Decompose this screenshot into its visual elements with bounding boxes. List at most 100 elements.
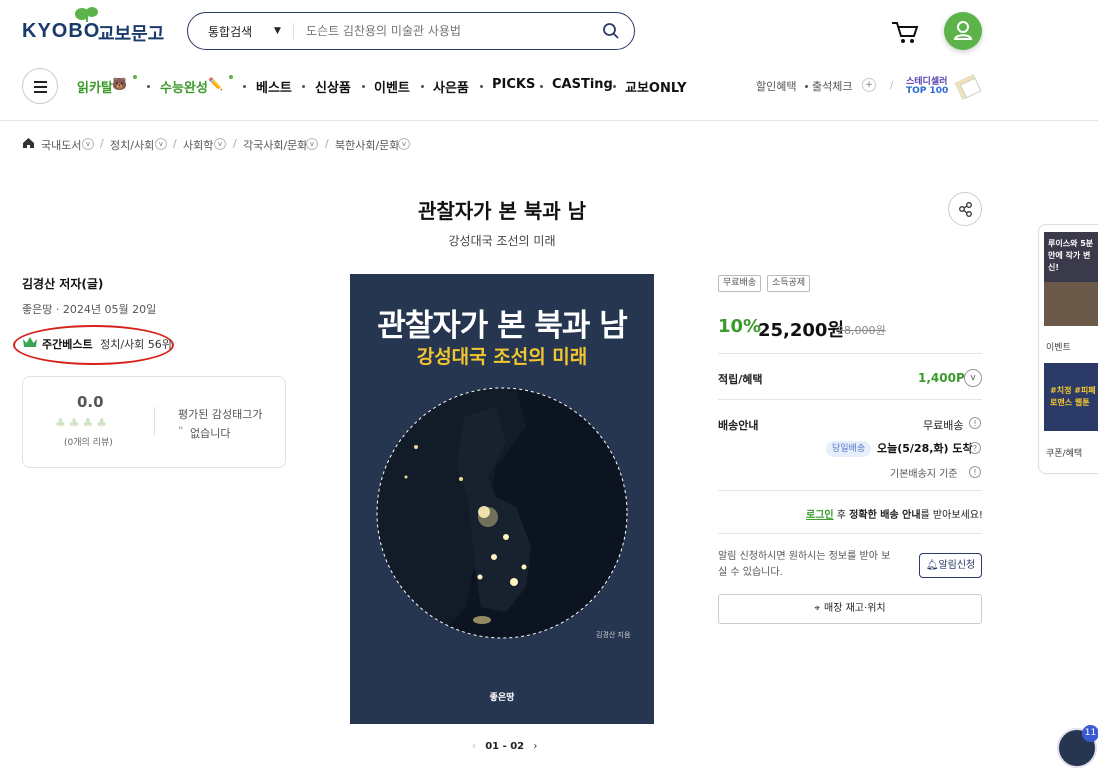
cover-subtitle: 강성대국 조선의 미래: [416, 346, 588, 368]
side-coupon-banner-text: #치정 #피폐 로맨스 웹툰: [1050, 386, 1096, 407]
quote-icon: ❝: [178, 425, 184, 436]
cover-author: 김경산 지음: [596, 631, 631, 639]
book-subtitle: 강성대국 조선의 미래: [448, 234, 556, 248]
free-shipping-badge: 무료배송: [718, 275, 762, 292]
store-stock-button[interactable]: ⌖ 매장 재고·위치: [718, 594, 982, 624]
search-scope-select[interactable]: 통합검색: [208, 23, 252, 40]
breadcrumb-sep: /: [325, 137, 329, 150]
share-button[interactable]: [948, 192, 982, 226]
alarm-request-button[interactable]: 🔔︎알림신청: [919, 553, 982, 578]
divider: [718, 353, 982, 354]
login-link[interactable]: 로그인: [806, 510, 834, 521]
user-profile-button[interactable]: [944, 12, 982, 50]
info-icon[interactable]: !: [969, 417, 981, 429]
divider: [718, 533, 982, 534]
emotion-tag-text-2: 없습니다: [190, 427, 231, 440]
home-icon[interactable]: [22, 137, 35, 149]
breadcrumb-item[interactable]: 각국사회/문화: [243, 137, 307, 153]
side-event-banner[interactable]: 루이스와 5분만에 작가 변신!: [1044, 232, 1098, 326]
side-event-label[interactable]: 이벤트: [1046, 340, 1071, 353]
nav-item-casting[interactable]: CASTing: [552, 77, 613, 92]
nav-separator: [613, 85, 616, 88]
nav-item-kyobo-only[interactable]: 교보ONLY: [625, 77, 687, 96]
nav-separator: [362, 85, 365, 88]
breadcrumb-item[interactable]: 정치/사회: [110, 137, 154, 153]
search-icon[interactable]: [602, 22, 620, 40]
book-cover-image[interactable]: 관찰자가 본 북과 남 강성대국 조선의 미래 김경산 지음 좋은땅: [350, 274, 654, 724]
nav-item-readcatalog[interactable]: 읽카탈: [77, 77, 113, 96]
info-icon[interactable]: !: [969, 466, 981, 478]
steady-sub: TOP 100: [906, 86, 949, 96]
cart-icon[interactable]: [890, 18, 920, 46]
nav-item-picks[interactable]: PICKS: [492, 77, 535, 92]
original-price: 28,000원: [837, 324, 886, 337]
chevron-right-icon[interactable]: ›: [533, 741, 537, 752]
hamburger-menu-button[interactable]: [22, 68, 58, 104]
pencil-icon: ✏️: [208, 77, 223, 91]
login-mid: 후: [833, 510, 850, 521]
side-coupon-banner[interactable]: #치정 #피폐 로맨스 웹툰: [1044, 363, 1098, 431]
cover-pager: ‹ 01 - 02 ›: [472, 741, 537, 752]
recent-count-badge: 11: [1082, 725, 1098, 742]
chevron-down-icon[interactable]: v: [155, 138, 167, 150]
nav-separator: [480, 85, 483, 88]
book-title: 관찰자가 본 북과 남: [417, 199, 587, 223]
nav-separator: [147, 85, 150, 88]
breadcrumb-item[interactable]: 북한사회/문화: [335, 137, 399, 153]
breadcrumb-item[interactable]: 사회학: [183, 137, 213, 153]
review-count: (0개의 리뷰): [64, 438, 113, 448]
notification-notice: 알림 신청하시면 원하시는 정보를 받아 보실 수 있습니다.: [718, 551, 891, 578]
kyobo-logo[interactable]: KYOBO 교보문고: [22, 6, 172, 46]
chevron-down-icon[interactable]: v: [82, 138, 94, 150]
cover-publisher: 좋은땅: [489, 693, 515, 703]
divider: [718, 399, 982, 400]
nav-item-suneung[interactable]: 수능완성: [160, 77, 208, 96]
util-discount-link[interactable]: 할인혜택: [756, 78, 796, 94]
nav-item-best[interactable]: 베스트: [256, 77, 292, 96]
slash-divider: /: [890, 80, 894, 91]
steady-seller-banner[interactable]: 스테디셀러 TOP 100: [906, 73, 986, 102]
share-icon: [959, 202, 972, 217]
side-event-art: [1044, 282, 1098, 326]
nav-separator: [421, 85, 424, 88]
nav-item-gift[interactable]: 사은품: [433, 77, 469, 96]
login-bold: 정확한 배송 안내: [849, 510, 921, 521]
plus-icon[interactable]: +: [862, 78, 876, 92]
chevron-down-icon[interactable]: v: [306, 138, 318, 150]
sale-price: 25,200원: [758, 320, 845, 341]
chevron-left-icon[interactable]: ‹: [472, 741, 476, 752]
clover-rating-icon: ♣♣♣♣: [55, 416, 111, 430]
help-icon[interactable]: ?: [969, 442, 981, 454]
logo-text-en: KYOBO: [22, 20, 101, 42]
book-stack-icon: [954, 73, 982, 101]
chevron-down-icon[interactable]: v: [398, 138, 410, 150]
korea-night-map-illustration: [376, 387, 628, 639]
shipping-label: 배송안내: [718, 419, 759, 432]
user-icon: [953, 21, 973, 40]
nav-item-event[interactable]: 이벤트: [374, 77, 410, 96]
logo-text-kr: 교보문고: [98, 24, 165, 45]
shipping-base-text: 기본배송지 기준: [890, 469, 958, 480]
nav-separator: [243, 85, 246, 88]
breadcrumb-sep: /: [100, 137, 104, 150]
breadcrumb-item[interactable]: 국내도서: [41, 137, 81, 153]
book-publisher-date: 좋은땅 · 2024년 05월 20일: [22, 303, 157, 316]
nav-separator: [805, 85, 808, 88]
side-coupon-label[interactable]: 쿠폰/혜택: [1046, 446, 1082, 459]
book-author-link[interactable]: 김경산 저자(글): [22, 275, 103, 292]
store-stock-label: 매장 재고·위치: [824, 603, 886, 614]
search-input[interactable]: [306, 21, 586, 41]
chevron-down-icon: ▼: [274, 26, 281, 36]
points-label: 적립/혜택: [718, 373, 763, 386]
cover-page-indicator: 01 - 02: [485, 741, 525, 752]
tax-deduction-badge: 소득공제: [767, 275, 811, 292]
emotion-tag-text: 평가된 감성태그가: [178, 408, 263, 421]
header-divider: [0, 120, 1098, 121]
nav-item-new[interactable]: 신상품: [315, 77, 351, 96]
chevron-down-icon[interactable]: v: [214, 138, 226, 150]
alarm-request-label: 알림신청: [938, 560, 976, 571]
new-dot: [133, 75, 137, 79]
chevron-down-icon[interactable]: v: [964, 369, 982, 387]
util-attendance-link[interactable]: 출석체크: [812, 78, 852, 94]
weekly-best-link[interactable]: 주간베스트 정치/사회 56위: [22, 336, 172, 352]
